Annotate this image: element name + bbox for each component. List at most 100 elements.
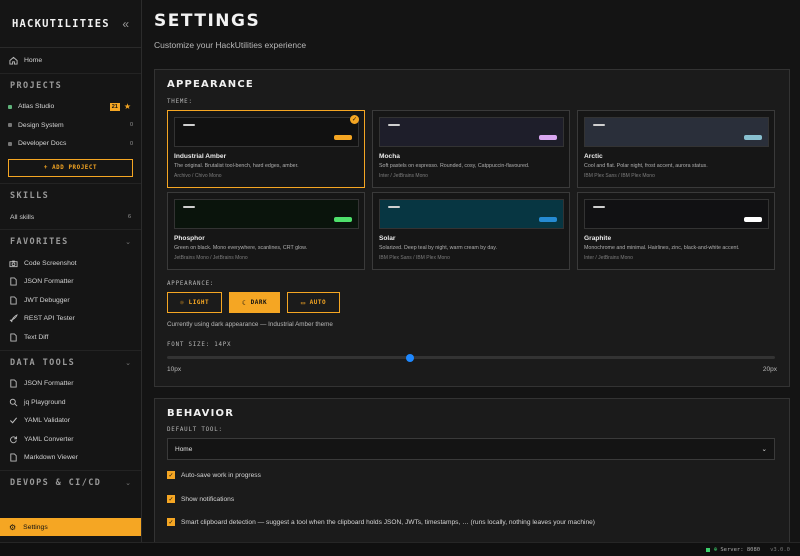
theme-description: Solarized. Deep teal by night, warm crea…: [379, 245, 497, 251]
preview-accent-pill: [539, 135, 557, 140]
checkbox-label: Show notifications: [181, 495, 235, 503]
theme-description: Cool and flat. Polar night, frost accent…: [584, 163, 708, 169]
status-bar: ⊕ Server: 8080 v3.0.0: [0, 542, 800, 556]
panel-title: BEHAVIOR: [167, 408, 235, 419]
theme-card[interactable]: Graphite Monochrome and minimal. Hairline…: [577, 192, 775, 270]
checkbox-checked-icon[interactable]: ✓: [167, 495, 175, 503]
brand-header: HACKUTILITIES «: [0, 0, 141, 48]
preview-bar: [388, 206, 400, 208]
sidebar-item-label: Home: [24, 56, 43, 64]
theme-fonts: Archivo / Chivo Mono: [174, 173, 222, 179]
add-project-button[interactable]: + ADD PROJECT: [8, 159, 133, 177]
theme-name: Mocha: [379, 153, 400, 160]
sidebar-item-code-screenshot[interactable]: Code Screenshot: [0, 254, 141, 273]
font-size-slider[interactable]: [167, 353, 775, 362]
clipboard-detection-checkbox[interactable]: ✓ Smart clipboard detection — suggest a …: [167, 518, 595, 526]
theme-name: Arctic: [584, 153, 603, 160]
sidebar-item-yaml-validator[interactable]: YAML Validator: [0, 412, 141, 431]
collapse-sidebar-icon[interactable]: «: [122, 17, 129, 31]
main-content: SETTINGS Customize your HackUtilities ex…: [142, 0, 800, 542]
sidebar-item-settings[interactable]: ⚙ Settings: [0, 518, 141, 536]
projects-section-header[interactable]: PROJECTS: [0, 72, 141, 98]
sidebar-item-label: JWT Debugger: [24, 296, 70, 304]
preview-bar: [388, 124, 400, 126]
default-tool-label: DEFAULT TOOL:: [167, 427, 223, 433]
slider-thumb[interactable]: [406, 353, 415, 362]
panel-title: APPEARANCE: [167, 79, 254, 90]
light-mode-label: LIGHT: [188, 299, 210, 306]
theme-card[interactable]: Solar Solarized. Deep teal by night, warm…: [372, 192, 570, 270]
checkmark-icon: [9, 416, 18, 425]
theme-card[interactable]: Mocha Soft pastels on espresso. Rounded, …: [372, 110, 570, 188]
project-count: 0: [129, 122, 133, 129]
star-icon[interactable]: ★: [124, 102, 131, 111]
sidebar-item-label: Settings: [23, 523, 48, 531]
default-tool-value: Home: [175, 445, 193, 453]
file-icon: [9, 453, 18, 462]
chevron-down-icon[interactable]: ⌄: [125, 238, 131, 246]
auto-mode-label: AUTO: [309, 299, 327, 306]
light-mode-button[interactable]: ☼ LIGHT: [167, 292, 222, 313]
chevron-down-icon: ⌄: [761, 446, 767, 453]
sidebar: HACKUTILITIES « Home PROJECTS Atlas Stud…: [0, 0, 142, 542]
theme-description: The original. Brutalist tool-bench, hard…: [174, 163, 299, 169]
project-item[interactable]: Design System 0: [0, 116, 141, 135]
preview-accent-pill: [744, 217, 762, 222]
theme-name: Phosphor: [174, 235, 205, 242]
rocket-icon: [9, 314, 18, 323]
theme-fonts: Inter / JetBrains Mono: [379, 173, 428, 179]
sidebar-item-label: Code Screenshot: [24, 259, 77, 267]
sidebar-item-jq-playground[interactable]: jq Playground: [0, 393, 141, 412]
project-badge: 21: [109, 102, 120, 111]
auto-mode-button[interactable]: ▭ AUTO: [287, 292, 340, 313]
sidebar-item-yaml-converter[interactable]: YAML Converter: [0, 430, 141, 449]
theme-fonts: Inter / JetBrains Mono: [584, 255, 633, 261]
theme-fonts: IBM Plex Sans / IBM Plex Mono: [379, 255, 450, 261]
theme-name: Industrial Amber: [174, 153, 227, 160]
sidebar-item-json-formatter-2[interactable]: JSON Formatter: [0, 375, 141, 394]
file-icon: [9, 277, 18, 286]
server-status: Server: 8080: [720, 546, 761, 553]
appearance-mode-label: APPEARANCE:: [167, 281, 215, 287]
sidebar-item-markdown-viewer[interactable]: Markdown Viewer: [0, 449, 141, 468]
chevron-down-icon[interactable]: ⌄: [125, 359, 131, 367]
devops-section-header[interactable]: DEVOPS & CI/CD ⌄: [0, 470, 141, 495]
sidebar-item-json-formatter[interactable]: JSON Formatter: [0, 273, 141, 292]
data-tools-section-header[interactable]: DATA TOOLS ⌄: [0, 349, 141, 375]
monitor-icon: ▭: [300, 298, 306, 307]
preview-bar: [183, 206, 195, 208]
preview-accent-pill: [334, 217, 352, 222]
notifications-checkbox[interactable]: ✓ Show notifications: [167, 495, 234, 503]
dark-mode-button[interactable]: ☾ DARK: [229, 292, 280, 313]
app-version: v3.0.0: [770, 546, 790, 553]
sidebar-item-rest-api-tester[interactable]: REST API Tester: [0, 310, 141, 329]
theme-label: THEME:: [167, 99, 193, 105]
default-tool-select[interactable]: Home ⌄: [167, 438, 775, 460]
skills-count: 6: [127, 214, 131, 220]
sidebar-item-label: JSON Formatter: [24, 278, 74, 286]
theme-fonts: IBM Plex Sans / IBM Plex Mono: [584, 173, 655, 179]
theme-card[interactable]: Arctic Cool and flat. Polar night, frost …: [577, 110, 775, 188]
project-name: Atlas Studio: [18, 103, 55, 111]
chevron-down-icon[interactable]: ⌄: [125, 479, 131, 487]
checkbox-checked-icon[interactable]: ✓: [167, 518, 175, 526]
theme-card[interactable]: Phosphor Green on black. Mono everywhere,…: [167, 192, 365, 270]
preview-bar: [593, 124, 605, 126]
checkbox-checked-icon[interactable]: ✓: [167, 471, 175, 479]
selected-check-icon: ✓: [350, 115, 359, 124]
project-item[interactable]: Atlas Studio 21 ★: [0, 98, 141, 117]
project-item[interactable]: Developer Docs 0: [0, 135, 141, 154]
sidebar-item-home[interactable]: Home: [0, 51, 141, 70]
autosave-checkbox[interactable]: ✓ Auto-save work in progress: [167, 471, 261, 479]
project-color-dot: [8, 104, 12, 109]
theme-fonts: JetBrains Mono / JetBrains Mono: [174, 255, 248, 261]
skills-section-header[interactable]: SKILLS: [0, 183, 141, 208]
sidebar-item-text-diff[interactable]: Text Diff: [0, 328, 141, 347]
page-subtitle: Customize your HackUtilities experience: [154, 40, 307, 50]
theme-card[interactable]: ✓ Industrial Amber The original. Brutalist…: [167, 110, 365, 188]
theme-description: Monochrome and minimal. Hairlines, zinc,…: [584, 245, 740, 251]
sidebar-item-jwt-debugger[interactable]: JWT Debugger: [0, 291, 141, 310]
sidebar-item-label: All skills: [10, 213, 35, 221]
favorites-section-header[interactable]: FAVORITES ⌄: [0, 229, 141, 254]
sidebar-item-all-skills[interactable]: All skills 6: [0, 208, 141, 226]
